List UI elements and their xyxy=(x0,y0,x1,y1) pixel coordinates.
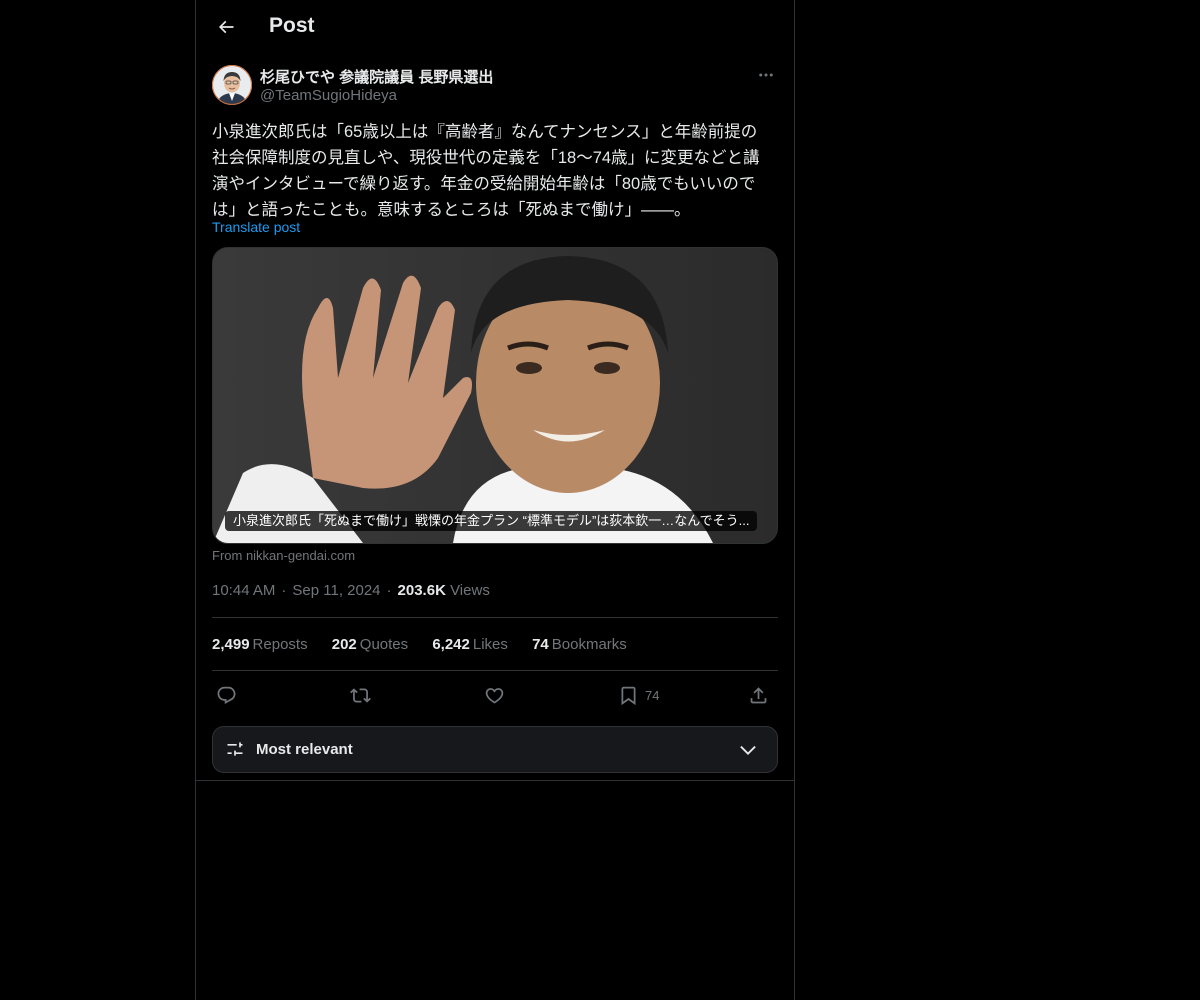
views-label: Views xyxy=(450,582,490,599)
reply-button[interactable] xyxy=(216,682,237,708)
divider xyxy=(212,617,778,618)
avatar[interactable] xyxy=(212,65,252,105)
divider xyxy=(212,670,778,671)
post-meta: 10:44 AM · Sep 11, 2024 · 203.6K Views xyxy=(212,582,490,599)
likes-stat[interactable]: 6,242 Likes xyxy=(432,636,508,653)
more-horizontal-icon xyxy=(759,73,773,77)
sort-label: Most relevant xyxy=(256,741,353,758)
reposts-label: Reposts xyxy=(252,636,308,653)
repost-button[interactable] xyxy=(350,682,371,708)
share-button[interactable] xyxy=(748,682,769,708)
bookmark-button[interactable]: 74 xyxy=(618,682,659,708)
more-options-button[interactable] xyxy=(754,64,778,86)
action-bar: 74 xyxy=(212,682,778,708)
back-button[interactable] xyxy=(212,13,240,41)
card-caption: 小泉進次郎氏「死ぬまで働け」戦慄の年金プラン “標準モデル”は荻本欽一…なんでそ… xyxy=(225,511,758,531)
likes-label: Likes xyxy=(472,636,508,653)
page-title: Post xyxy=(269,14,315,37)
bookmarks-count: 74 xyxy=(532,636,549,653)
chevron-down-icon xyxy=(740,745,756,755)
likes-count: 6,242 xyxy=(432,636,470,653)
bookmark-icon xyxy=(621,686,636,705)
author-handle[interactable]: @TeamSugioHideya xyxy=(260,87,397,104)
sliders-icon xyxy=(227,742,243,756)
card-source[interactable]: From nikkan-gendai.com xyxy=(212,548,355,563)
post-text: 小泉進次郎氏は「65歳以上は『高齢者』なんてナンセンス」と年齢前提の 社会保障制… xyxy=(212,123,760,219)
separator-dot: · xyxy=(281,582,287,599)
repost-icon xyxy=(350,687,371,703)
bookmark-count: 74 xyxy=(645,687,660,703)
share-icon xyxy=(750,686,767,703)
post-date[interactable]: Sep 11, 2024 xyxy=(292,582,380,599)
reply-sort-dropdown[interactable]: Most relevant xyxy=(212,726,778,773)
translate-post-link[interactable]: Translate post xyxy=(212,219,300,235)
quotes-label: Quotes xyxy=(359,636,409,653)
link-card[interactable]: 小泉進次郎氏「死ぬまで働け」戦慄の年金プラン “標準モデル”は荻本欽一…なんでそ… xyxy=(212,247,778,544)
bookmarks-stat[interactable]: 74 Bookmarks xyxy=(532,636,627,653)
divider xyxy=(196,780,794,781)
separator-dot: · xyxy=(386,582,392,599)
post-time[interactable]: 10:44 AM xyxy=(212,582,275,599)
post-author: 杉尾ひでや 参議院議員 長野県選出 @TeamSugioHideya xyxy=(212,64,778,108)
reposts-count: 2,499 xyxy=(212,636,250,653)
quotes-stat[interactable]: 202 Quotes xyxy=(332,636,408,653)
bookmarks-label: Bookmarks xyxy=(551,636,627,653)
like-button[interactable] xyxy=(484,682,505,708)
heart-icon xyxy=(485,687,504,704)
reposts-stat[interactable]: 2,499 Reposts xyxy=(212,636,308,653)
post-detail-column: Post 杉尾ひでや 参議院議員 長野県選出 @TeamSugioHideya … xyxy=(195,0,795,1000)
post-stats: 2,499 Reposts 202 Quotes 6,242 Likes 74 Book… xyxy=(212,636,647,653)
reply-icon xyxy=(217,686,236,704)
author-name[interactable]: 杉尾ひでや 参議院議員 長野県選出 xyxy=(260,66,493,87)
top-bar: Post xyxy=(196,0,794,53)
quotes-count: 202 xyxy=(331,636,357,653)
views-count: 203.6K xyxy=(397,582,446,599)
arrow-left-icon xyxy=(218,20,234,34)
card-photo xyxy=(213,248,777,543)
